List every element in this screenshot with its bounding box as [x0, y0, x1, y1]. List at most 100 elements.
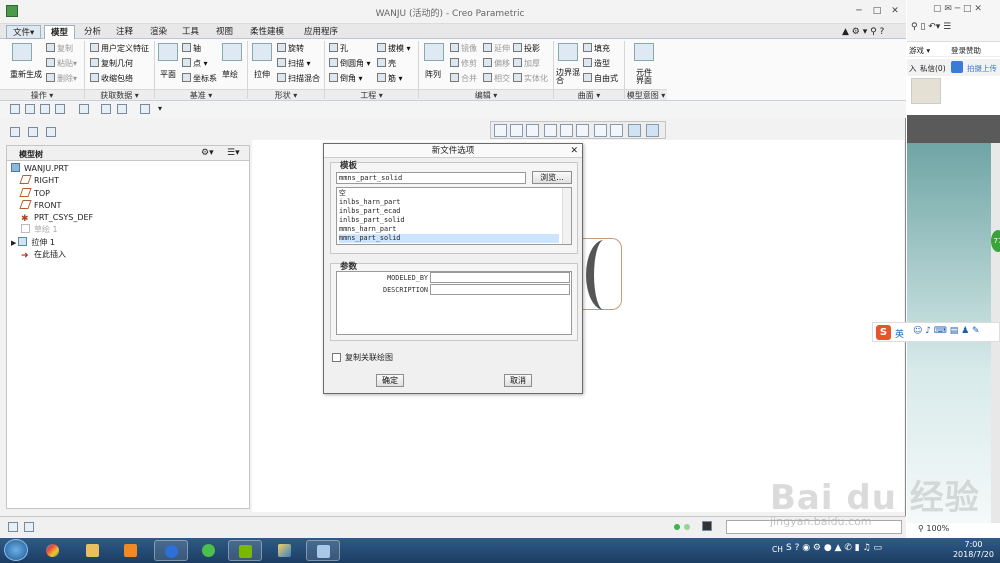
group-surfaces[interactable]: 曲面 ▾ [554, 89, 624, 100]
favorites-tab-icon[interactable] [46, 127, 56, 137]
regenerate-icon[interactable] [12, 43, 32, 61]
group-shapes[interactable]: 形状 ▾ [248, 89, 324, 100]
tree-item-front[interactable]: FRONT [19, 200, 61, 212]
sketch-icon[interactable] [222, 43, 242, 61]
taskbar-screenshot[interactable] [306, 540, 340, 561]
tab-tools[interactable]: 工具 [176, 25, 205, 39]
display-style-icon[interactable] [560, 124, 573, 137]
sweep-button[interactable]: 扫描 ▾ [277, 58, 311, 69]
fill-button[interactable]: 填充 [583, 43, 610, 54]
swept-blend-button[interactable]: 扫描混合 [277, 73, 320, 84]
draft-button[interactable]: 拔模 ▾ [377, 43, 411, 54]
template-item[interactable]: 空 [339, 189, 559, 198]
intersect-button[interactable]: 相交 [483, 73, 510, 84]
axis-button[interactable]: 轴 [182, 43, 201, 54]
taskbar-explorer[interactable] [76, 540, 110, 561]
hole-button[interactable]: 孔 [329, 43, 348, 54]
paste-button[interactable]: 粘贴▾ [46, 58, 77, 69]
close-button[interactable]: ✕ [888, 5, 902, 17]
tree-show-icon[interactable]: ☰▾ [227, 148, 240, 158]
template-list[interactable]: 空 inlbs_harn_part inlbs_part_ecad inlbs_… [336, 187, 572, 245]
input-language[interactable]: CH [772, 545, 783, 554]
template-item[interactable]: inlbs_harn_part [339, 198, 559, 207]
taskbar-360[interactable] [192, 540, 226, 561]
rib-button[interactable]: 筋 ▾ [377, 73, 403, 84]
sogou-icon[interactable]: S [876, 325, 891, 340]
group-engineering[interactable]: 工程 ▾ [325, 89, 418, 100]
browser-nav-icons[interactable]: ⚲ ▯ ↶▾ ☰ [911, 22, 951, 32]
creo-app-icon[interactable] [6, 5, 18, 17]
tree-item-sketch[interactable]: 草绘 1 [21, 224, 58, 236]
solidify-button[interactable]: 实体化 [513, 73, 548, 84]
maximize-button[interactable]: □ [870, 5, 884, 17]
project-button[interactable]: 投影 [513, 43, 540, 54]
mirror-button[interactable]: 镜像 [450, 43, 477, 54]
copy-button[interactable]: 复制 [46, 43, 73, 54]
show-navigator-icon[interactable] [8, 522, 18, 532]
ime-tool-icons[interactable]: ☺ ♪ ⌨ ▤ ♟ ✎ [913, 326, 980, 336]
taskbar-creo[interactable] [228, 540, 262, 561]
browser-icon[interactable] [24, 522, 34, 532]
tree-item-right[interactable]: RIGHT [19, 175, 59, 187]
thicken-button[interactable]: 加厚 [513, 58, 540, 69]
chamfer-button[interactable]: 倒角 ▾ [329, 73, 363, 84]
group-datum[interactable]: 基准 ▾ [155, 89, 247, 100]
tab-analysis[interactable]: 分析 [78, 25, 107, 39]
selection-filter-icon[interactable] [702, 521, 712, 531]
list-scrollbar[interactable] [562, 188, 571, 244]
tab-annotate[interactable]: 注释 [110, 25, 139, 39]
site-tab[interactable]: 入 [909, 63, 917, 74]
tab-render[interactable]: 渲染 [144, 25, 173, 39]
taskbar-paint[interactable] [268, 540, 302, 561]
zoom-in-icon[interactable] [510, 124, 523, 137]
regenerate-button[interactable]: 重新生成 [10, 69, 42, 80]
copy-drawing-checkbox[interactable] [332, 353, 341, 362]
minimize-button[interactable]: ─ [852, 5, 866, 17]
merge-button[interactable]: 合并 [450, 73, 477, 84]
taskbar-baidu[interactable] [154, 540, 188, 561]
windows-icon[interactable] [117, 104, 127, 114]
float-badge[interactable]: 77 [991, 230, 1000, 252]
delete-button[interactable]: 删除▾ [46, 73, 77, 84]
trim-button[interactable]: 修剪 [450, 58, 477, 69]
games-link[interactable]: 游戏 ▾ [909, 45, 930, 56]
tree-item-top[interactable]: TOP [19, 188, 50, 200]
group-operations[interactable]: 操作 ▾ [0, 89, 84, 100]
redo-icon[interactable] [79, 104, 89, 114]
copy-geometry-button[interactable]: 复制几何 [90, 58, 133, 69]
ok-button[interactable]: 确定 [376, 374, 404, 387]
datum-display-icon[interactable] [628, 124, 641, 137]
site-tab[interactable]: 拍摄上传 [967, 63, 997, 74]
browse-button[interactable]: 浏览... [532, 171, 572, 184]
tree-item-part[interactable]: WANJU.PRT [11, 163, 68, 175]
template-item[interactable]: mmns_harn_part [339, 225, 559, 234]
template-input[interactable] [336, 172, 526, 184]
perspective-icon[interactable] [610, 124, 623, 137]
view-manager-icon[interactable] [594, 124, 607, 137]
tab-flexible-modeling[interactable]: 柔性建模 [244, 25, 290, 39]
taskbar-app[interactable] [36, 540, 70, 561]
boundary-blend-button[interactable]: 边界混合 [556, 69, 580, 85]
extrude-icon[interactable] [252, 43, 272, 61]
udf-button[interactable]: 用户定义特征 [90, 43, 149, 54]
saved-views-icon[interactable] [576, 124, 589, 137]
site-tab[interactable]: 私信(0) [920, 63, 946, 74]
template-item-selected[interactable]: mmns_part_solid [339, 234, 559, 243]
shrinkwrap-button[interactable]: 收缩包络 [90, 73, 133, 84]
customize-icon[interactable]: ▾ [158, 104, 168, 114]
round-button[interactable]: 倒圆角 ▾ [329, 58, 371, 69]
zoom-out-icon[interactable] [526, 124, 539, 137]
regenerate-small-icon[interactable] [101, 104, 111, 114]
tab-view[interactable]: 视图 [210, 25, 239, 39]
extend-button[interactable]: 延伸 [483, 43, 510, 54]
model-tree-tab-icon[interactable] [10, 127, 20, 137]
description-field[interactable] [430, 284, 570, 295]
tree-settings-icon[interactable]: ⚙▾ [201, 148, 214, 158]
offset-button[interactable]: 偏移 [483, 58, 510, 69]
tab-file[interactable]: 文件▾ [6, 25, 42, 39]
tab-model[interactable]: 模型 [44, 25, 76, 39]
dialog-close-icon[interactable]: ✕ [570, 145, 578, 157]
boundary-blend-icon[interactable] [558, 43, 578, 61]
csys-button[interactable]: 坐标系 [182, 73, 217, 84]
component-interface-button[interactable]: 元件界面 [636, 69, 656, 85]
